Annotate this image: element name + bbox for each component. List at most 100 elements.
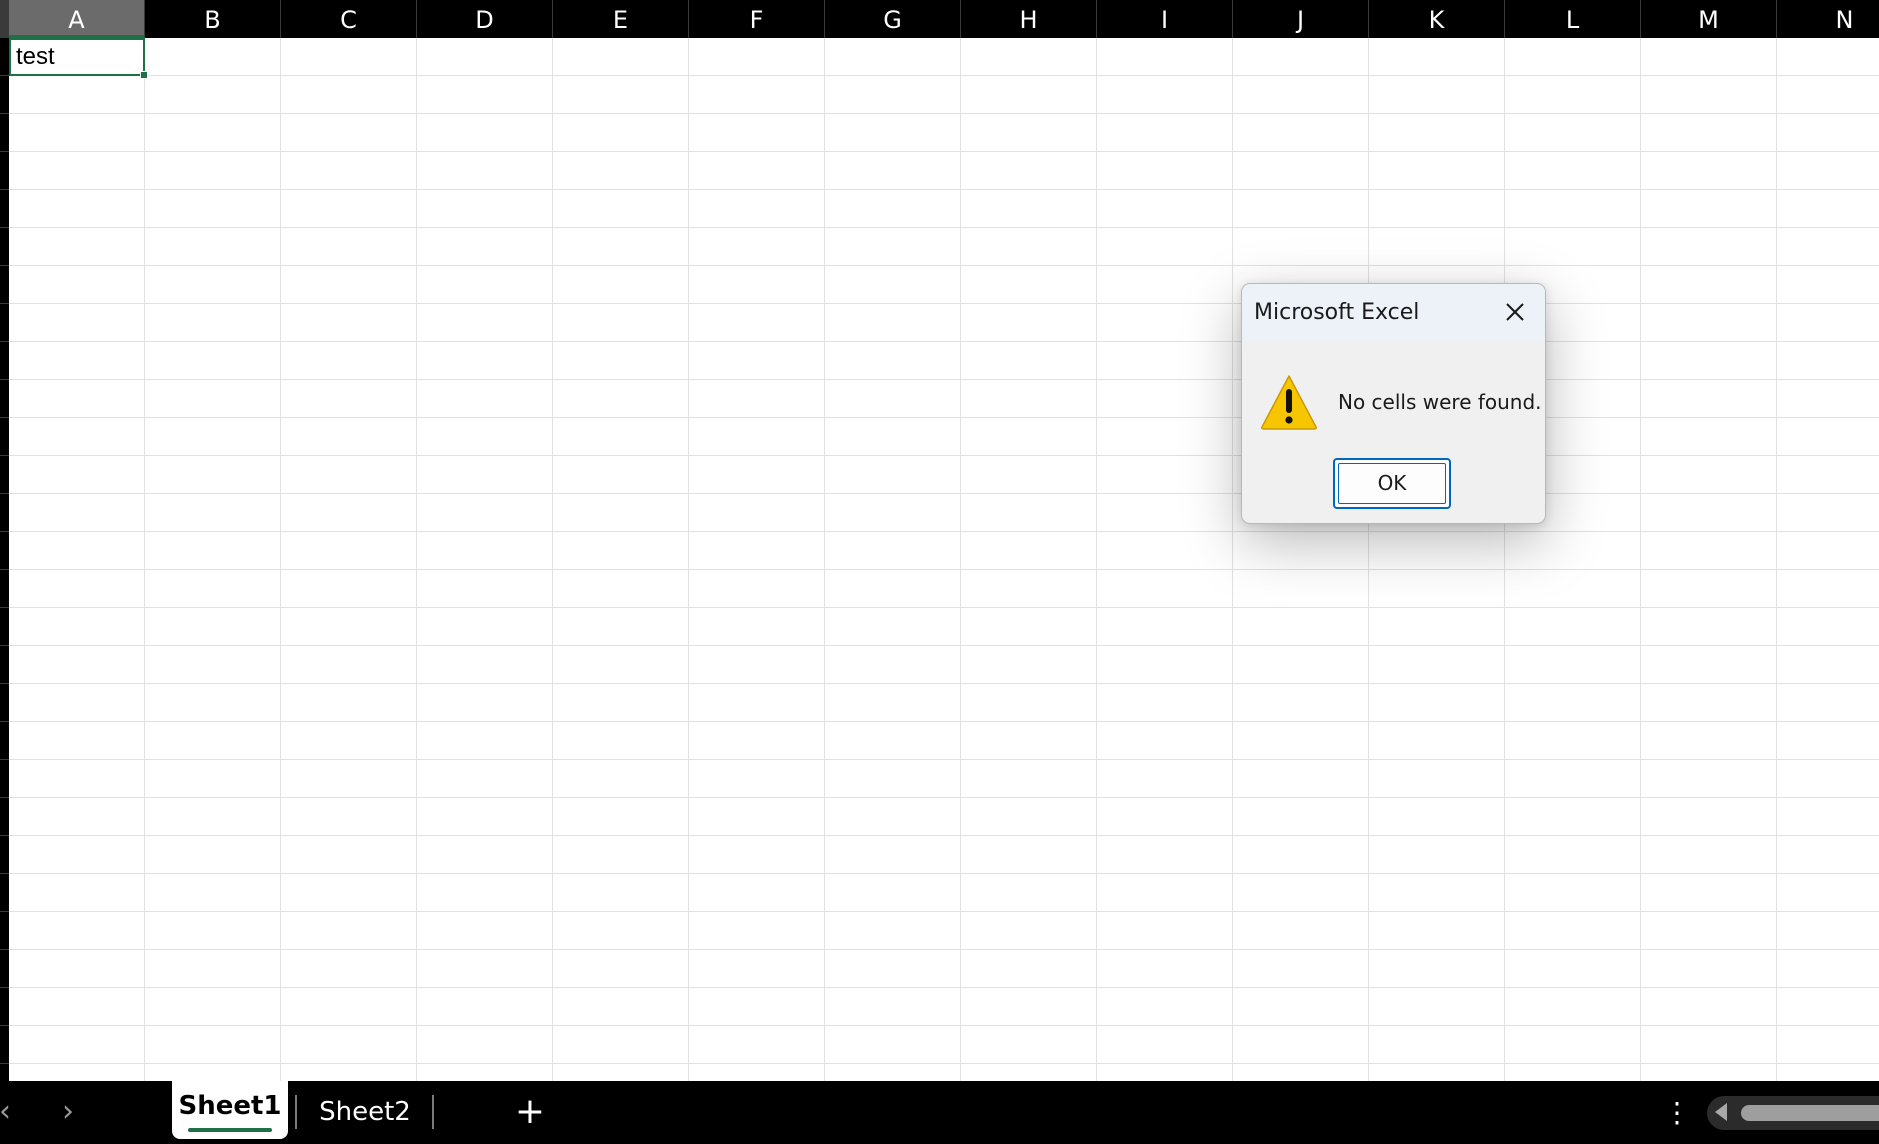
gridline: [9, 113, 1879, 114]
gridline: [9, 835, 1879, 836]
sheet-tab-sheet1[interactable]: Sheet1: [172, 1081, 288, 1139]
row-divider: [0, 1025, 9, 1026]
row-divider: [0, 873, 9, 874]
column-header-i[interactable]: I: [1097, 0, 1233, 38]
column-header-b[interactable]: B: [145, 0, 281, 38]
row-divider: [0, 683, 9, 684]
horizontal-scrollbar[interactable]: [1707, 1096, 1879, 1130]
column-header-a[interactable]: A: [9, 0, 145, 38]
gridline: [9, 189, 1879, 190]
gridline: [9, 341, 1879, 342]
column-header-bar: A B C D E F G H I J K L M N: [0, 0, 1879, 38]
row-divider: [0, 151, 9, 152]
column-header-d[interactable]: D: [417, 0, 553, 38]
row-header-strip[interactable]: [0, 38, 9, 1081]
sheet-tab-bar: ‹ › Sheet1 Sheet2 + ⋮: [0, 1081, 1879, 1144]
chevron-right-icon[interactable]: ›: [51, 1089, 85, 1135]
cell-a1[interactable]: test: [9, 38, 145, 76]
sheet-tab-sheet2[interactable]: Sheet2: [305, 1081, 425, 1144]
column-header-c[interactable]: C: [281, 0, 417, 38]
gridline: [9, 797, 1879, 798]
gridline: [824, 38, 825, 1081]
row-divider: [0, 227, 9, 228]
column-header-k[interactable]: K: [1369, 0, 1505, 38]
gridline: [1504, 38, 1505, 1081]
gridline: [9, 759, 1879, 760]
gridline: [9, 531, 1879, 532]
gridline: [9, 569, 1879, 570]
column-header-m[interactable]: M: [1641, 0, 1777, 38]
sheet-tab-label: Sheet1: [178, 1091, 282, 1121]
chevron-left-icon[interactable]: ‹: [0, 1089, 22, 1135]
row-divider: [0, 189, 9, 190]
row-divider: [0, 303, 9, 304]
row-divider: [0, 531, 9, 532]
gridline: [9, 151, 1879, 152]
column-header-n[interactable]: N: [1777, 0, 1879, 38]
message-dialog: Microsoft Excel No cells were found. OK: [1241, 283, 1546, 524]
gridline: [280, 38, 281, 1081]
active-tab-indicator: [188, 1128, 272, 1132]
gridline: [9, 417, 1879, 418]
column-header-f[interactable]: F: [689, 0, 825, 38]
ok-button-label: OK: [1377, 471, 1407, 495]
row-divider: [0, 607, 9, 608]
row-divider: [0, 645, 9, 646]
row-divider: [0, 1063, 9, 1064]
gridline: [9, 911, 1879, 912]
warning-icon: [1259, 373, 1319, 431]
close-icon[interactable]: [1495, 292, 1535, 332]
column-header-j[interactable]: J: [1233, 0, 1369, 38]
worksheet-grid[interactable]: test: [9, 38, 1879, 1081]
gridline: [960, 38, 961, 1081]
dialog-message: No cells were found.: [1338, 390, 1542, 414]
gridline: [1096, 38, 1097, 1081]
gridline: [9, 721, 1879, 722]
gridline: [552, 38, 553, 1081]
scroll-left-arrow-icon[interactable]: [1715, 1103, 1727, 1121]
gridline: [9, 683, 1879, 684]
column-header-e[interactable]: E: [553, 0, 689, 38]
gridline: [9, 493, 1879, 494]
row-divider: [0, 493, 9, 494]
gridline: [9, 1063, 1879, 1064]
row-divider: [0, 987, 9, 988]
tab-separator: [432, 1095, 434, 1129]
ok-button[interactable]: OK: [1333, 458, 1451, 509]
row-divider: [0, 797, 9, 798]
column-header-h[interactable]: H: [961, 0, 1097, 38]
row-divider: [0, 911, 9, 912]
tab-separator: [295, 1095, 297, 1129]
gridline: [9, 607, 1879, 608]
gridline: [9, 949, 1879, 950]
gridline: [9, 873, 1879, 874]
gridline: [9, 265, 1879, 266]
row-divider: [0, 341, 9, 342]
row-divider: [0, 379, 9, 380]
column-header-g[interactable]: G: [825, 0, 961, 38]
add-sheet-plus-icon[interactable]: +: [508, 1091, 552, 1135]
gridline: [1368, 38, 1369, 1081]
row-divider: [0, 75, 9, 76]
more-options-icon[interactable]: ⋮: [1663, 1091, 1691, 1135]
gridline: [9, 645, 1879, 646]
gridline: [9, 75, 1879, 76]
gridline: [9, 1025, 1879, 1026]
gridline: [9, 987, 1879, 988]
row-divider: [0, 759, 9, 760]
column-header-l[interactable]: L: [1505, 0, 1641, 38]
gridline: [9, 379, 1879, 380]
fill-handle[interactable]: [140, 71, 148, 79]
scrollbar-thumb[interactable]: [1741, 1105, 1879, 1121]
dialog-titlebar[interactable]: Microsoft Excel: [1242, 284, 1545, 341]
gridline: [1776, 38, 1777, 1081]
row-divider: [0, 835, 9, 836]
row-divider: [0, 265, 9, 266]
row-divider: [0, 455, 9, 456]
row-divider: [0, 417, 9, 418]
excel-window: A B C D E F G H I J K L M N test ‹ › She…: [0, 0, 1879, 1144]
row-divider: [0, 113, 9, 114]
gridline: [1640, 38, 1641, 1081]
dialog-title: Microsoft Excel: [1254, 300, 1420, 325]
select-all-corner[interactable]: [0, 0, 9, 38]
